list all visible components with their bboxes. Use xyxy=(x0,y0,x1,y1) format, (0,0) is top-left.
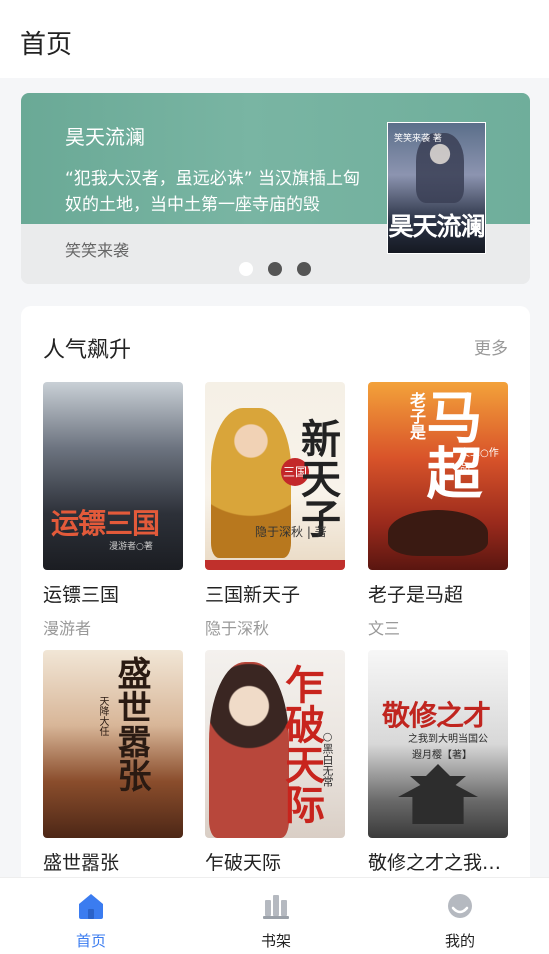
tab-bookshelf[interactable]: 书架 xyxy=(236,892,316,951)
book-cover[interactable]: 运镖三国 漫游者○著 xyxy=(43,382,183,570)
cover-author: 遐月樱【著】 xyxy=(412,750,472,761)
banner-book-cover[interactable]: 笑笑来袭 著 昊天流澜 xyxy=(387,122,486,254)
bottom-tab-bar: 首页 书架 我的 xyxy=(0,877,549,954)
pagoda-illustration xyxy=(398,764,478,824)
tab-home[interactable]: 首页 xyxy=(51,892,131,951)
popular-section: 人气飙升 更多 运镖三国 漫游者○著 运镖三国 漫游者 三国 新天子 隐于深秋 … xyxy=(21,306,530,906)
carousel-dot[interactable] xyxy=(297,262,311,276)
profile-icon xyxy=(448,894,472,918)
banner-title: 昊天流澜 xyxy=(65,125,145,149)
cover-author: 文三○作品 xyxy=(460,448,499,474)
tab-label: 书架 xyxy=(260,932,291,950)
cover-title: 运镖三国 xyxy=(51,507,160,540)
app-header: 首页 xyxy=(0,0,549,78)
book-title: 老子是马超 xyxy=(368,584,464,606)
book-author: 文三 xyxy=(368,619,401,638)
home-icon xyxy=(79,894,103,919)
tab-label: 我的 xyxy=(444,932,475,950)
book-card[interactable]: 天降大任 盛世嚣张 盛世嚣张 xyxy=(43,650,183,883)
book-cover[interactable]: 乍破天际 ○黑白无常 xyxy=(205,650,345,838)
book-title: 乍破天际 xyxy=(205,852,282,874)
book-cover[interactable]: 三国 新天子 隐于深秋 | 著 xyxy=(205,382,345,570)
carousel-dot[interactable] xyxy=(268,262,282,276)
book-card[interactable]: 乍破天际 ○黑白无常 乍破天际 xyxy=(205,650,345,883)
book-card[interactable]: 三国 新天子 隐于深秋 | 著 三国新天子 隐于深秋 xyxy=(205,382,345,639)
book-cover[interactable]: 敬修之才 之我到大明当国公 遐月樱【著】 xyxy=(368,650,508,838)
cover-subtitle: 之我到大明当国公 xyxy=(408,734,488,745)
book-card[interactable]: 敬修之才 之我到大明当国公 遐月樱【著】 敬修之才之我… xyxy=(368,650,508,883)
cover-band xyxy=(205,560,345,570)
cover-title: 乍破天际 xyxy=(278,664,324,824)
cover-title: 敬修之才 xyxy=(382,699,491,732)
carousel-dot[interactable] xyxy=(239,262,253,276)
carousel-dots xyxy=(239,262,311,276)
featured-banner[interactable]: 昊天流澜 “犯我大汉者，虽远必诛” 当汉旗插上匈奴的土地，当中土第一座寺庙的毁 … xyxy=(21,93,530,284)
book-cover[interactable]: 天降大任 盛世嚣张 xyxy=(43,650,183,838)
tab-profile[interactable]: 我的 xyxy=(420,892,500,951)
book-author: 隐于深秋 xyxy=(205,619,270,638)
cover-title: 昊天流澜 xyxy=(388,212,485,241)
cover-figure xyxy=(209,662,289,838)
book-author: 漫游者 xyxy=(43,619,92,638)
book-title: 敬修之才之我… xyxy=(368,852,502,874)
cover-author: 漫游者○著 xyxy=(109,542,153,552)
page-title: 首页 xyxy=(20,30,73,60)
banner-description: “犯我大汉者，虽远必诛” 当汉旗插上匈奴的土地，当中土第一座寺庙的毁 xyxy=(65,169,361,215)
more-link[interactable]: 更多 xyxy=(474,334,508,359)
book-title: 运镖三国 xyxy=(43,584,120,606)
bookshelf-icon xyxy=(263,895,289,919)
cover-tag: 笑笑来袭 著 xyxy=(394,134,442,144)
book-card[interactable]: 运镖三国 漫游者○著 运镖三国 漫游者 xyxy=(43,382,183,639)
book-title: 盛世嚣张 xyxy=(43,852,120,874)
cover-author: ○黑白无常 xyxy=(321,730,334,787)
banner-author: 笑笑来袭 xyxy=(65,241,130,260)
section-title: 人气飙升 xyxy=(43,338,132,363)
tab-label: 首页 xyxy=(75,932,106,950)
cover-title: 盛世嚣张 xyxy=(111,656,151,792)
book-title: 三国新天子 xyxy=(205,584,301,606)
book-card[interactable]: 老子是 马超 文三○作品 老子是马超 文三 xyxy=(368,382,508,639)
cover-title: 新天子 xyxy=(294,418,340,538)
cover-author: 隐于深秋 | 著 xyxy=(255,525,327,539)
cover-subtitle: 天降大任 xyxy=(97,696,108,736)
book-cover[interactable]: 老子是 马超 文三○作品 xyxy=(368,382,508,570)
cover-figure xyxy=(388,510,488,556)
